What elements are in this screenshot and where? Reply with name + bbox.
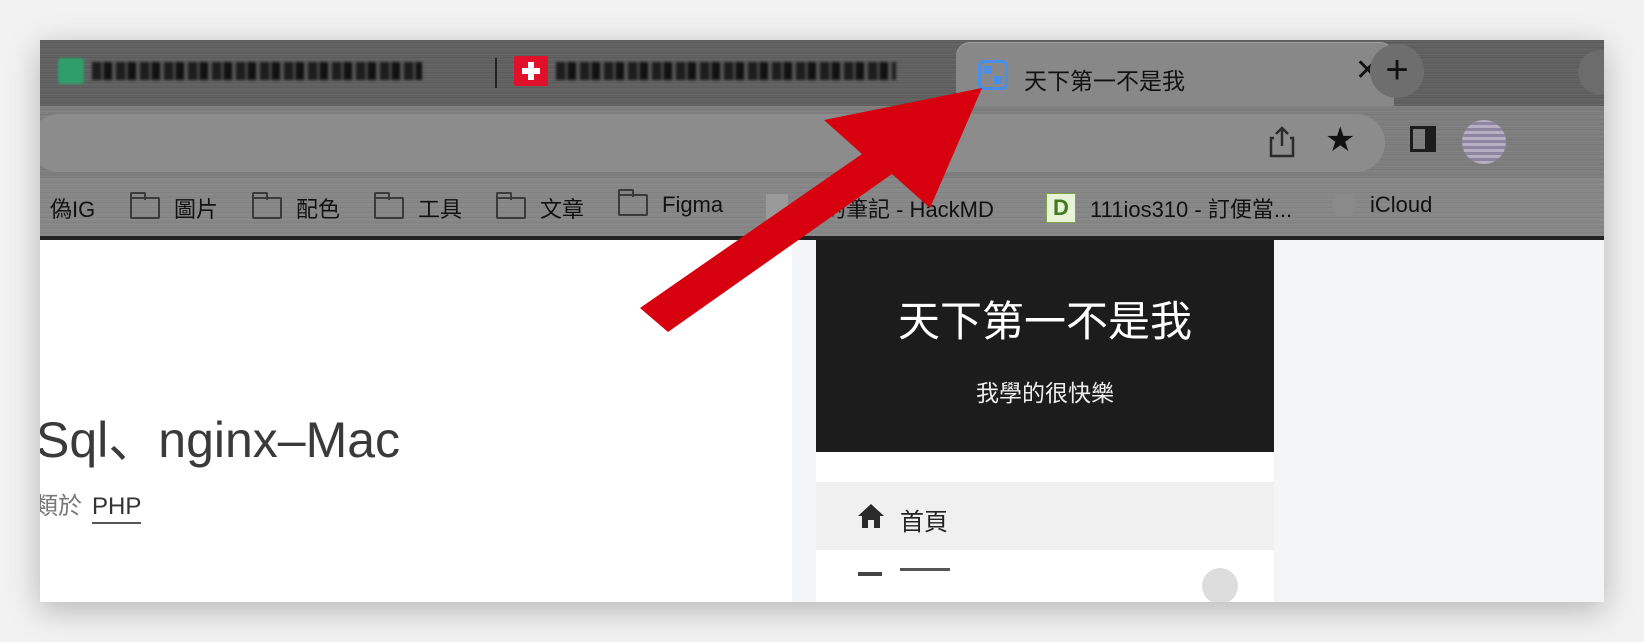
red-arrow-annotation <box>640 88 982 332</box>
browser-window: 天下第一不是我 ✕ + ★ 偽IG 圖片 配色 工具 文章 Figma 我的筆記… <box>40 40 1604 602</box>
